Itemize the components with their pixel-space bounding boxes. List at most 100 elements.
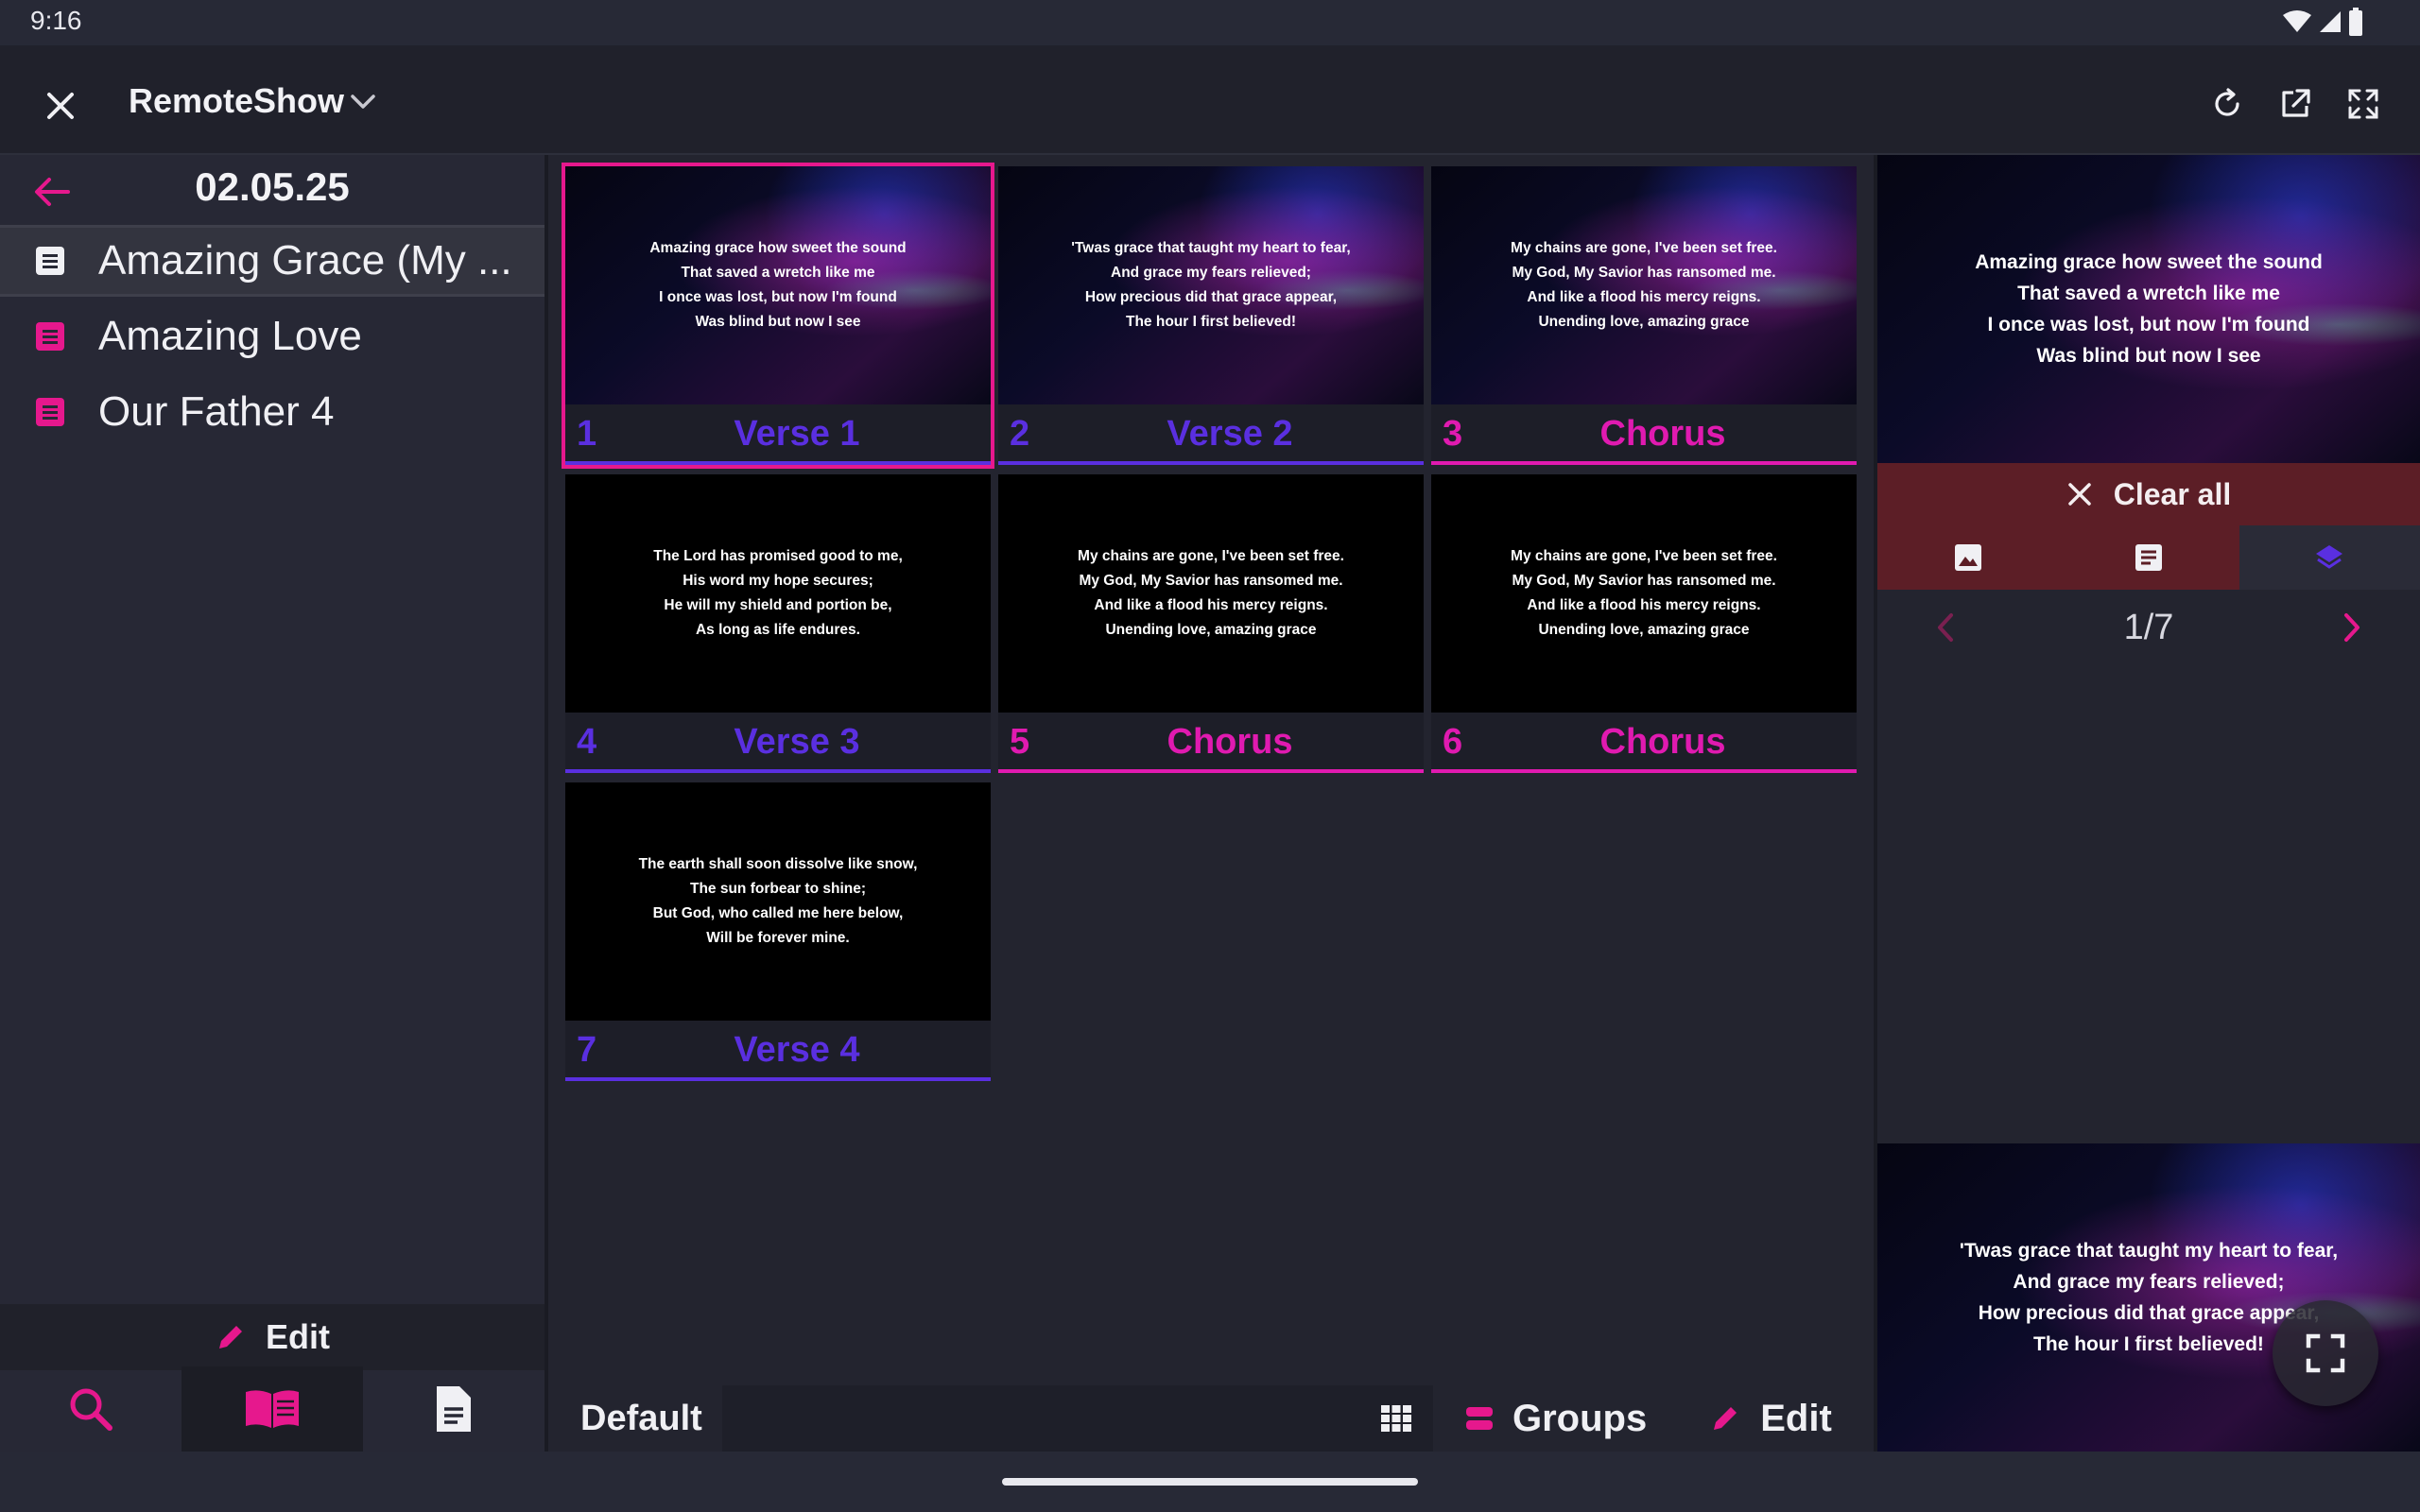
slide-group-name: Verse 2: [1167, 414, 1293, 454]
slide-group-name: Chorus: [1599, 414, 1726, 454]
slide-group-name: Verse 1: [734, 414, 860, 454]
close-icon: [2067, 483, 2091, 506]
fullscreen-icon: [2348, 89, 2378, 119]
slide-tile[interactable]: 'Twas grace that taught my heart to fear…: [998, 166, 1424, 465]
fullscreen-icon: [2306, 1333, 2345, 1373]
fullscreen-button[interactable]: [2337, 77, 2390, 130]
image-icon: [1954, 544, 1981, 571]
groups-button[interactable]: Groups: [1465, 1398, 1647, 1440]
slide-counter: 1/7: [2123, 607, 2174, 647]
status-bar: 9:16: [0, 0, 2420, 45]
slide-lyrics: My chains are gone, I've been set free. …: [1511, 548, 1777, 638]
slide-thumbnail: Amazing grace how sweet the sound That s…: [565, 166, 991, 404]
group-color-underline: [998, 461, 1424, 465]
grid-edit-button[interactable]: Edit: [1709, 1398, 1832, 1440]
layers-icon: [2316, 545, 2343, 569]
home-gesture-handle[interactable]: [1002, 1478, 1418, 1486]
layout-name[interactable]: Default: [580, 1399, 722, 1439]
tab-background[interactable]: [1877, 525, 2059, 590]
slide-thumbnail: The Lord has promised good to me, His wo…: [565, 474, 991, 713]
document-icon: [2135, 544, 2162, 571]
file-text-icon: [437, 1386, 471, 1432]
song-item-amazing-grace[interactable]: Amazing Grace (My ...: [0, 225, 544, 297]
app-switch-dropdown[interactable]: [344, 83, 382, 121]
setlist-sidebar: 02.05.25 Amazing Grace (My ... Amazing L…: [0, 155, 548, 1452]
preview-panel: Amazing grace how sweet the sound That s…: [1874, 155, 2420, 1452]
setlist-edit-button[interactable]: Edit: [0, 1304, 544, 1370]
slide-tile[interactable]: My chains are gone, I've been set free. …: [1431, 166, 1857, 465]
group-color-underline: [565, 769, 991, 773]
live-preview[interactable]: Amazing grace how sweet the sound That s…: [1877, 155, 2420, 463]
grid-footer: Default Groups Edit: [552, 1385, 1870, 1452]
preview-fullscreen-fab[interactable]: [2273, 1300, 2378, 1406]
open-external-button[interactable]: [2269, 77, 2322, 130]
slide-group-name: Chorus: [1599, 722, 1726, 762]
slide-grid: Amazing grace how sweet the sound That s…: [552, 155, 1870, 1452]
document-icon: [36, 398, 64, 426]
battery-icon: [2349, 8, 2362, 36]
slide-thumbnail: The earth shall soon dissolve like snow,…: [565, 782, 991, 1021]
slide-tile[interactable]: The earth shall soon dissolve like snow,…: [565, 782, 991, 1081]
back-button[interactable]: [26, 166, 78, 217]
slide-caption: 7 Verse 4: [565, 1021, 991, 1081]
groups-icon: [1466, 1407, 1493, 1430]
slide-lyrics: The earth shall soon dissolve like snow,…: [638, 856, 918, 946]
group-color-underline: [565, 1077, 991, 1081]
slide-thumbnail: My chains are gone, I've been set free. …: [1431, 166, 1857, 404]
clear-all-label: Clear all: [2113, 476, 2232, 511]
song-label: Amazing Love: [98, 313, 362, 359]
slide-tile[interactable]: My chains are gone, I've been set free. …: [1431, 474, 1857, 773]
groups-label: Groups: [1512, 1397, 1648, 1439]
grid-view-button[interactable]: [1371, 1393, 1422, 1444]
slide-lyrics: My chains are gone, I've been set free. …: [1511, 240, 1777, 330]
slide-caption: 4 Verse 3: [565, 713, 991, 773]
next-slide-preview[interactable]: 'Twas grace that taught my heart to fear…: [1877, 1143, 2420, 1452]
slide-tile[interactable]: The Lord has promised good to me, His wo…: [565, 474, 991, 773]
tab-slide[interactable]: [2058, 525, 2239, 590]
nav-library-button[interactable]: [182, 1366, 363, 1452]
app-title[interactable]: RemoteShow: [129, 81, 344, 121]
slide-thumbnail: My chains are gone, I've been set free. …: [1431, 474, 1857, 713]
slide-caption: 5 Chorus: [998, 713, 1424, 773]
tab-overlay[interactable]: [2238, 525, 2420, 590]
slide-group-name: Chorus: [1167, 722, 1293, 762]
slide-caption: 2 Verse 2: [998, 404, 1424, 465]
grid-icon: [1381, 1405, 1411, 1432]
song-label: Amazing Grace (My ...: [98, 237, 512, 284]
slide-lyrics: The Lord has promised good to me, His wo…: [653, 548, 903, 638]
slide-thumbnail: 'Twas grace that taught my heart to fear…: [998, 166, 1424, 404]
refresh-button[interactable]: [2201, 77, 2254, 130]
setlist-header: 02.05.25: [0, 155, 544, 227]
pencil-icon: [1714, 1407, 1737, 1430]
sidebar-bottom-nav: [0, 1366, 544, 1452]
edit-label: Edit: [266, 1317, 330, 1356]
system-nav-bar: [0, 1452, 2420, 1512]
pencil-icon: [219, 1326, 242, 1349]
song-item-amazing-love[interactable]: Amazing Love: [0, 301, 544, 372]
status-time: 9:16: [30, 6, 82, 35]
nav-search-button[interactable]: [0, 1366, 182, 1452]
group-color-underline: [1431, 769, 1857, 773]
document-icon: [36, 247, 64, 275]
live-preview-lyrics: Amazing grace how sweet the sound That s…: [1975, 251, 2323, 367]
group-color-underline: [1431, 461, 1857, 465]
slide-lyrics: My chains are gone, I've been set free. …: [1078, 548, 1344, 638]
clear-all-button[interactable]: Clear all: [1877, 463, 2420, 525]
refresh-icon: [2215, 88, 2239, 116]
slide-tile[interactable]: Amazing grace how sweet the sound That s…: [562, 163, 994, 469]
edit-label: Edit: [1760, 1397, 1832, 1439]
slide-caption: 6 Chorus: [1431, 713, 1857, 773]
group-color-underline: [565, 461, 991, 465]
slide-lyrics: 'Twas grace that taught my heart to fear…: [1071, 240, 1351, 330]
chevron-left-icon[interactable]: [1934, 611, 1957, 644]
nav-document-button[interactable]: [363, 1366, 544, 1452]
close-button[interactable]: [34, 79, 87, 132]
setlist-date: 02.05.25: [195, 164, 350, 209]
song-item-our-father-4[interactable]: Our Father 4: [0, 376, 544, 448]
slide-tile[interactable]: My chains are gone, I've been set free. …: [998, 474, 1424, 773]
layout-bar: [722, 1385, 1433, 1452]
arrow-left-icon: [35, 178, 70, 206]
slide-caption: 3 Chorus: [1431, 404, 1857, 465]
close-icon: [47, 93, 74, 119]
chevron-right-icon[interactable]: [2341, 611, 2363, 644]
